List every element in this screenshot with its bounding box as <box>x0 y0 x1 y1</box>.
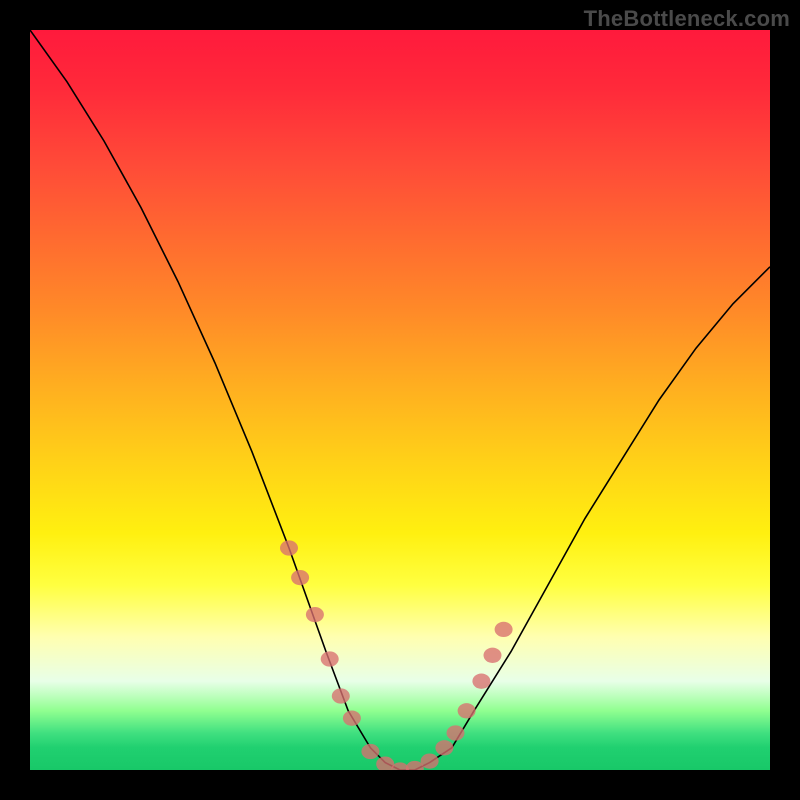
chart-svg <box>30 30 770 770</box>
data-point <box>458 703 476 718</box>
data-point <box>291 570 309 585</box>
data-point <box>306 607 324 622</box>
data-point <box>280 540 298 555</box>
chart-stage: TheBottleneck.com <box>0 0 800 800</box>
data-point <box>435 740 453 755</box>
watermark-text: TheBottleneck.com <box>584 6 790 32</box>
bottleneck-curve <box>30 30 770 770</box>
data-point <box>321 651 339 666</box>
data-points <box>280 540 513 770</box>
data-point <box>495 622 513 637</box>
data-point <box>472 674 490 689</box>
data-point <box>343 711 361 726</box>
plot-area <box>30 30 770 770</box>
data-point <box>332 688 350 703</box>
data-point <box>421 753 439 768</box>
data-point <box>361 744 379 759</box>
data-point <box>447 725 465 740</box>
data-point <box>484 648 502 663</box>
